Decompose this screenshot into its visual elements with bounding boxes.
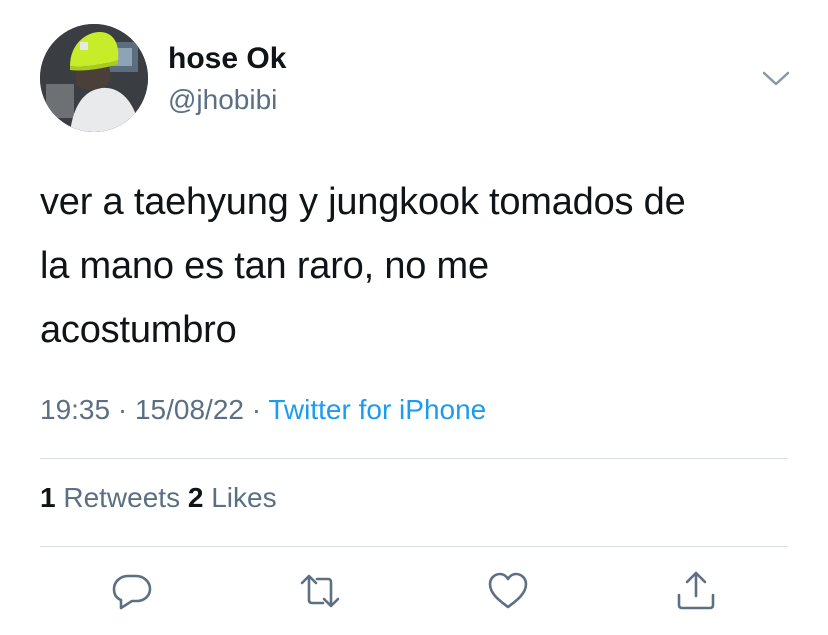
- tweet-text: ver a taehyung y jungkook tomados de la …: [40, 170, 800, 362]
- tweet-date: 15/08/22: [134, 394, 244, 425]
- tweet-time: 19:35: [40, 394, 111, 425]
- share-button[interactable]: [674, 569, 718, 613]
- display-name[interactable]: hose Ok: [168, 42, 286, 76]
- tweet-text-line: acostumbro: [40, 309, 237, 351]
- meta-separator: ·: [110, 394, 135, 425]
- tweet-card: hose Ok @jhobibi ver a taehyung y jungko…: [0, 0, 828, 635]
- share-icon: [677, 571, 715, 610]
- divider: [40, 458, 788, 459]
- tweet-source-link[interactable]: Twitter for iPhone: [268, 394, 486, 425]
- divider: [40, 546, 788, 547]
- avatar[interactable]: [40, 24, 148, 132]
- reply-icon: [112, 574, 152, 610]
- like-button[interactable]: [486, 569, 530, 613]
- retweets-label: Retweets: [63, 482, 181, 513]
- likes-stat[interactable]: 2 Likes: [188, 482, 277, 513]
- reply-button[interactable]: [110, 569, 154, 613]
- meta-separator: ·: [243, 394, 269, 425]
- heart-icon: [488, 572, 528, 609]
- tweet-text-line: ver a taehyung y jungkook tomados de: [40, 181, 686, 223]
- likes-count: 2: [187, 482, 204, 513]
- tweet-text-line: la mano es tan raro, no me: [40, 245, 489, 287]
- tweet-meta: 19:35 · 15/08/22 · Twitter for iPhone: [40, 394, 486, 426]
- user-handle[interactable]: @jhobibi: [168, 84, 277, 116]
- retweets-stat[interactable]: 1 Retweets: [40, 482, 180, 513]
- retweet-button[interactable]: [298, 569, 342, 613]
- retweets-count: 1: [40, 482, 56, 513]
- retweet-icon: [300, 574, 340, 608]
- tweet-stats: 1 Retweets 2 Likes: [40, 482, 277, 514]
- chevron-down-icon[interactable]: [760, 66, 792, 90]
- likes-label: Likes: [211, 482, 277, 513]
